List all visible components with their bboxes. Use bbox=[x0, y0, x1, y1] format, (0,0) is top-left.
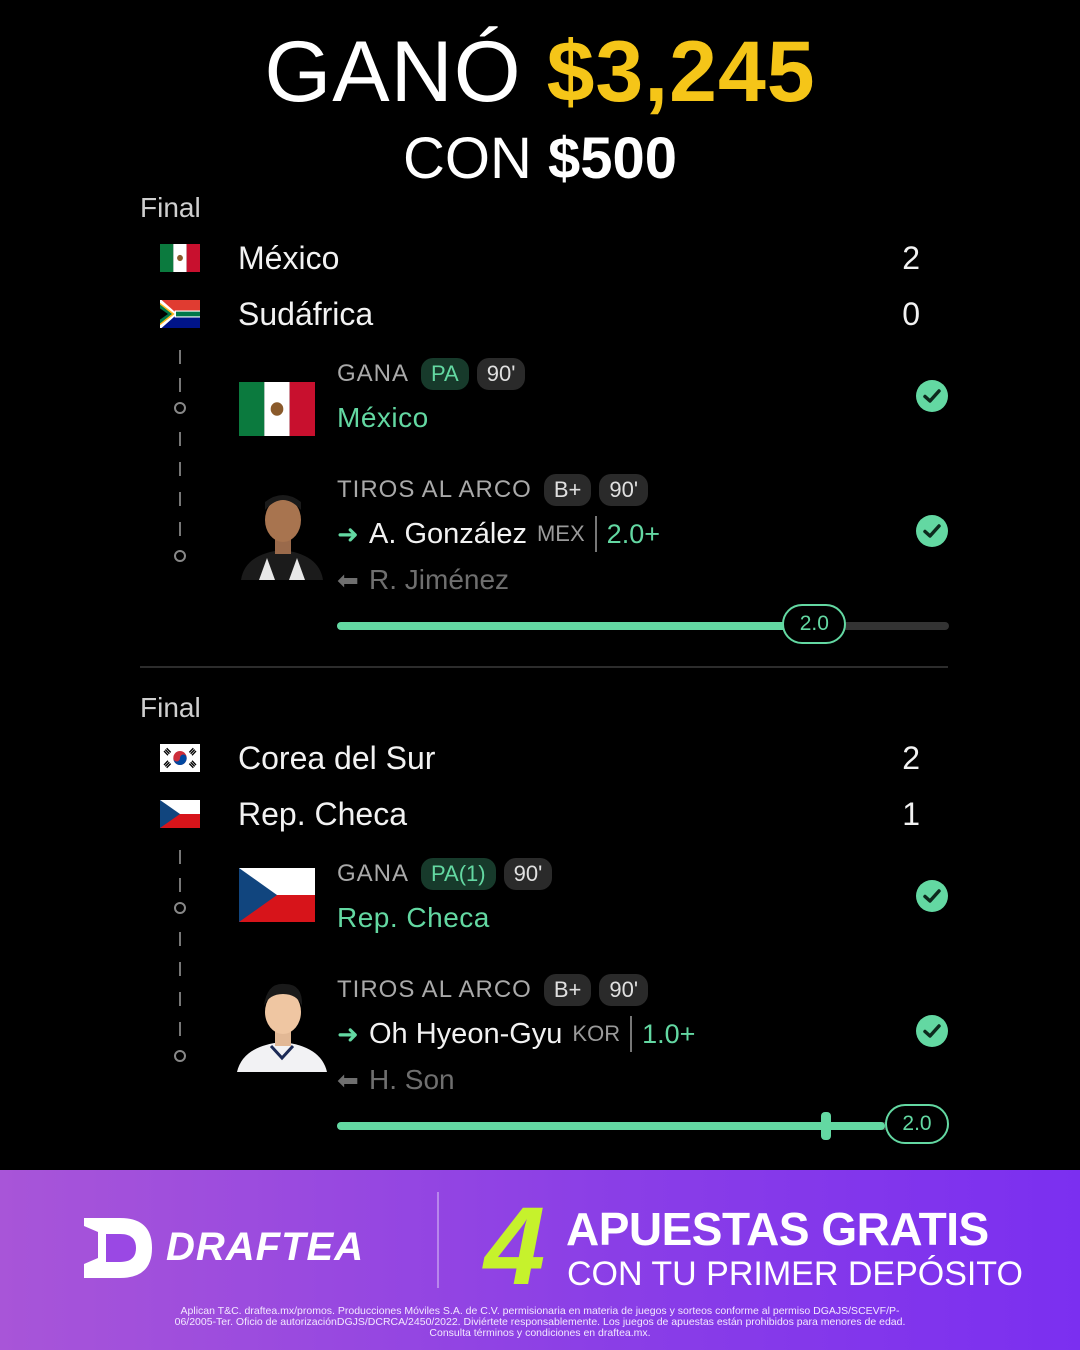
pick-line: 2.0+ bbox=[606, 518, 660, 549]
timeline-node bbox=[174, 1050, 186, 1062]
czech-flag-icon bbox=[239, 868, 315, 922]
pick-type: GANA bbox=[337, 360, 410, 387]
separator bbox=[630, 1016, 633, 1052]
headline: GANÓ $3,245 bbox=[0, 22, 1080, 122]
pick-type: TIROS AL ARCO bbox=[337, 976, 532, 1003]
pick-chip: PA bbox=[421, 358, 469, 390]
match-status: Final bbox=[140, 692, 201, 723]
player-country: KOR bbox=[572, 1021, 621, 1046]
draftea-logo-icon bbox=[84, 1218, 152, 1278]
headline-lead: GANÓ bbox=[264, 24, 522, 120]
promo-title: APUESTAS GRATIS bbox=[566, 1203, 989, 1255]
pick-chip: 90' bbox=[599, 974, 649, 1006]
win-pick[interactable]: GANA PA 90' México bbox=[237, 356, 957, 446]
check-icon bbox=[916, 515, 948, 547]
team-score: 2 bbox=[902, 739, 920, 776]
team-row: México 2 bbox=[160, 238, 920, 278]
pick-type: GANA bbox=[337, 860, 410, 887]
subline-lead: CON bbox=[402, 126, 532, 191]
team-row: Sudáfrica 0 bbox=[160, 294, 920, 334]
team-row: Rep. Checa 1 bbox=[160, 794, 920, 834]
subline-amount: $500 bbox=[547, 126, 678, 191]
south-korea-flag-icon bbox=[160, 744, 200, 772]
banner-divider bbox=[437, 1192, 439, 1288]
progress-marker: 2.0 bbox=[885, 1104, 949, 1144]
team-score: 0 bbox=[902, 295, 920, 332]
player-name: Oh Hyeon-Gyu bbox=[369, 1017, 563, 1050]
player-avatar bbox=[237, 983, 327, 1072]
pick-team: México bbox=[337, 402, 429, 433]
progress-target-tick bbox=[821, 1112, 831, 1140]
pick-team: Rep. Checa bbox=[337, 902, 490, 933]
south-africa-flag-icon bbox=[160, 300, 200, 328]
arrow-left-icon: ⬅ bbox=[337, 1064, 359, 1095]
pick-chip: B+ bbox=[543, 974, 592, 1006]
check-icon bbox=[916, 1015, 948, 1047]
mexico-flag-icon bbox=[239, 382, 315, 436]
progress-fill bbox=[337, 622, 815, 630]
pick-chip: 90' bbox=[476, 358, 526, 390]
pick-chip: 90' bbox=[599, 474, 649, 506]
match-status: Final bbox=[140, 192, 201, 223]
promo-banner[interactable]: DRAFTEA 4 APUESTAS GRATIS CON TU PRIMER … bbox=[0, 1170, 1080, 1350]
timeline-node bbox=[174, 550, 186, 562]
team-name: Corea del Sur bbox=[238, 739, 436, 776]
pick-type: TIROS AL ARCO bbox=[337, 476, 532, 503]
win-pick[interactable]: GANA PA(1) 90' Rep. Checa bbox=[237, 856, 957, 946]
team-row: Corea del Sur 2 bbox=[160, 738, 920, 778]
player-pick[interactable]: TIROS AL ARCO B+ 90' ➜ A. González MEX 2… bbox=[237, 470, 957, 600]
player-country: MEX bbox=[536, 521, 585, 546]
arrow-left-icon: ⬅ bbox=[337, 564, 359, 595]
brand-name: DRAFTEA bbox=[166, 1224, 365, 1269]
pick-chip: PA(1) bbox=[421, 858, 496, 890]
separator bbox=[594, 516, 597, 552]
headline-amount: $3,245 bbox=[546, 24, 816, 120]
replaced-player: R. Jiménez bbox=[369, 564, 510, 595]
replaced-player: H. Son bbox=[369, 1064, 455, 1095]
team-name: México bbox=[238, 239, 340, 276]
pick-chip: B+ bbox=[543, 474, 592, 506]
progress-bar: 2.0 bbox=[337, 1104, 949, 1144]
player-pick[interactable]: TIROS AL ARCO B+ 90' ➜ Oh Hyeon-Gyu KOR … bbox=[237, 970, 957, 1100]
player-avatar bbox=[241, 495, 323, 580]
pick-chip: 90' bbox=[503, 858, 553, 890]
pick-line: 1.0+ bbox=[642, 1018, 696, 1049]
legal-text: Aplican T&C. draftea.mx/promos. Producci… bbox=[174, 1305, 906, 1339]
timeline-node bbox=[174, 902, 186, 914]
team-score: 1 bbox=[902, 795, 920, 832]
progress-fill bbox=[337, 1122, 885, 1130]
progress-marker: 2.0 bbox=[782, 604, 847, 644]
arrow-right-icon: ➜ bbox=[337, 518, 359, 549]
check-icon bbox=[916, 380, 948, 412]
match-divider bbox=[140, 666, 948, 668]
team-score: 2 bbox=[902, 239, 920, 276]
check-icon bbox=[916, 880, 948, 912]
promo-subtitle: CON TU PRIMER DEPÓSITO bbox=[567, 1255, 1023, 1293]
subline: CON $500 bbox=[0, 126, 1080, 192]
player-name: A. González bbox=[369, 517, 527, 550]
czech-flag-icon bbox=[160, 800, 200, 828]
progress-bar: 2.0 bbox=[337, 604, 949, 644]
team-name: Rep. Checa bbox=[238, 795, 407, 832]
team-name: Sudáfrica bbox=[238, 295, 374, 332]
timeline-node bbox=[174, 402, 186, 414]
pick-timeline bbox=[172, 850, 188, 1070]
mexico-flag-icon bbox=[160, 244, 200, 272]
arrow-right-icon: ➜ bbox=[337, 1018, 359, 1049]
brand: DRAFTEA bbox=[80, 1212, 364, 1282]
pick-timeline bbox=[172, 350, 188, 570]
promo-number: 4 bbox=[484, 1185, 546, 1308]
